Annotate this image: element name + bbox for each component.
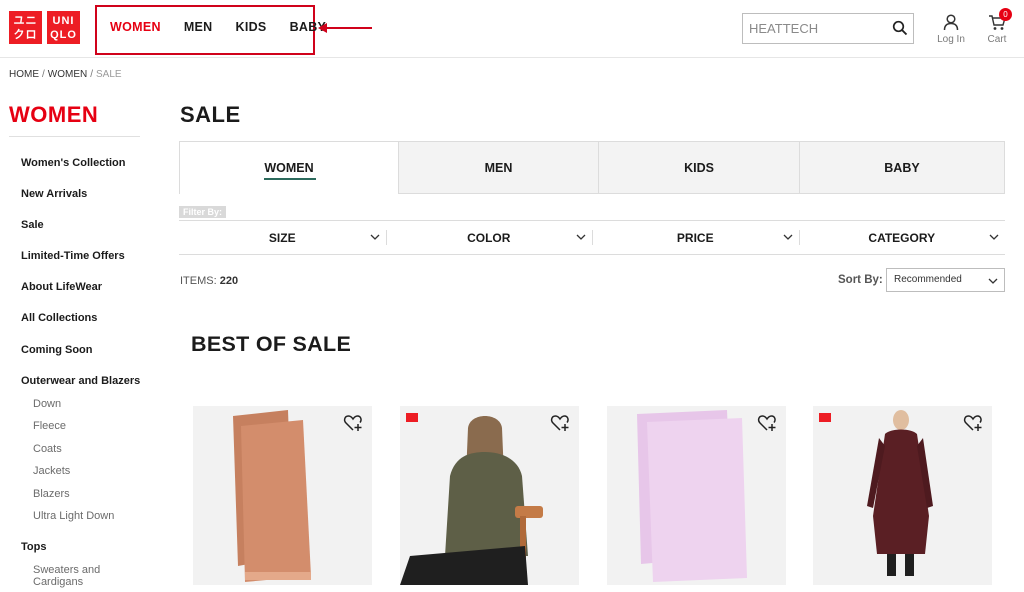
sidebar-item-tops[interactable]: Tops	[21, 541, 46, 553]
login-button[interactable]: Log In	[934, 14, 968, 45]
sidebar-divider	[9, 136, 140, 137]
breadcrumb-current: SALE	[96, 69, 122, 80]
main-nav: WOMEN MEN KIDS BABY	[110, 20, 326, 34]
sidebar-item-about-lifewear[interactable]: About LifeWear	[21, 281, 102, 293]
tab-baby[interactable]: BABY	[799, 141, 1005, 194]
search-input[interactable]	[743, 14, 883, 43]
items-count: ITEMS: 220	[180, 275, 239, 287]
sidebar-item-limited-offers[interactable]: Limited-Time Offers	[21, 250, 125, 262]
nav-women[interactable]: WOMEN	[110, 20, 161, 34]
tab-women[interactable]: WOMEN	[179, 141, 399, 194]
heart-plus-icon[interactable]	[343, 414, 363, 432]
sort-select[interactable]: Recommended	[886, 268, 1005, 292]
brand-tag	[406, 410, 418, 422]
breadcrumb: HOME / WOMEN / SALE	[9, 69, 122, 80]
product-image-coat	[867, 410, 933, 576]
cart-count-badge: 0	[999, 8, 1012, 21]
product-image-blanket	[637, 410, 747, 582]
sidebar-item-all-collections[interactable]: All Collections	[21, 312, 97, 324]
login-label: Log In	[937, 34, 965, 45]
sort-label: Sort By:	[838, 274, 883, 286]
cart-button[interactable]: 0 Cart	[983, 8, 1012, 45]
filter-color[interactable]: COLOR	[385, 221, 593, 254]
product-card[interactable]	[400, 406, 579, 585]
sidebar-item-sale[interactable]: Sale	[21, 219, 44, 231]
sidebar-sub-down[interactable]: Down	[33, 398, 61, 410]
chevron-down-icon	[989, 234, 999, 240]
filter-by-label: Filter By:	[179, 206, 227, 218]
nav-men[interactable]: MEN	[184, 20, 213, 34]
search-box	[742, 13, 914, 44]
filter-size[interactable]: SIZE	[179, 221, 386, 254]
sidebar-sub-ultra-light-down[interactable]: Ultra Light Down	[33, 510, 114, 522]
annotation-arrow	[318, 23, 372, 33]
product-image-shirt	[400, 416, 572, 585]
sidebar-item-new-arrivals[interactable]: New Arrivals	[21, 188, 87, 200]
sidebar-item-outerwear[interactable]: Outerwear and Blazers	[21, 375, 140, 387]
sidebar-sub-jackets[interactable]: Jackets	[33, 465, 70, 477]
product-card[interactable]	[607, 406, 786, 585]
filter-category[interactable]: CATEGORY	[798, 221, 1006, 254]
product-image-scarf	[233, 410, 311, 582]
cart-label: Cart	[987, 34, 1007, 45]
sidebar-item-coming-soon[interactable]: Coming Soon	[21, 344, 93, 356]
sidebar-sub-blazers[interactable]: Blazers	[33, 488, 70, 500]
filter-price[interactable]: PRICE	[592, 221, 799, 254]
product-card[interactable]	[193, 406, 372, 585]
sidebar-title: WOMEN	[9, 102, 99, 127]
sidebar-item-womens-collection[interactable]: Women's Collection	[21, 157, 125, 169]
page-title: SALE	[180, 102, 241, 127]
category-tabs: WOMEN MEN KIDS BABY	[179, 141, 1005, 194]
active-tab-underline	[264, 178, 316, 180]
breadcrumb-women[interactable]: WOMEN	[48, 69, 87, 80]
sidebar-sub-fleece[interactable]: Fleece	[33, 420, 66, 432]
uniqlo-logo[interactable]: ユニ クロ UNI QLO	[9, 11, 80, 44]
sidebar-sub-coats[interactable]: Coats	[33, 443, 62, 455]
chevron-down-icon	[370, 234, 379, 240]
heart-plus-icon[interactable]	[963, 414, 983, 432]
breadcrumb-home[interactable]: HOME	[9, 69, 39, 80]
product-card[interactable]	[813, 406, 992, 585]
heart-plus-icon[interactable]	[757, 414, 777, 432]
heart-plus-icon[interactable]	[550, 414, 570, 432]
tab-kids[interactable]: KIDS	[598, 141, 800, 194]
chevron-down-icon	[576, 234, 586, 240]
chevron-down-icon	[988, 278, 998, 284]
filter-bar: SIZE COLOR PRICE CATEGORY	[179, 220, 1005, 255]
brand-tag	[819, 410, 831, 422]
chevron-down-icon	[783, 234, 792, 240]
sidebar-sub-sweaters[interactable]: Sweaters and Cardigans	[33, 564, 100, 588]
site-header: ユニクロ UNIQLO WOMEN MEN KIDS BABY Log In 0…	[0, 0, 1024, 58]
section-title: BEST OF SALE	[191, 332, 352, 356]
search-icon[interactable]	[892, 20, 908, 36]
user-icon	[943, 14, 959, 31]
nav-kids[interactable]: KIDS	[236, 20, 267, 34]
tab-men[interactable]: MEN	[398, 141, 599, 194]
